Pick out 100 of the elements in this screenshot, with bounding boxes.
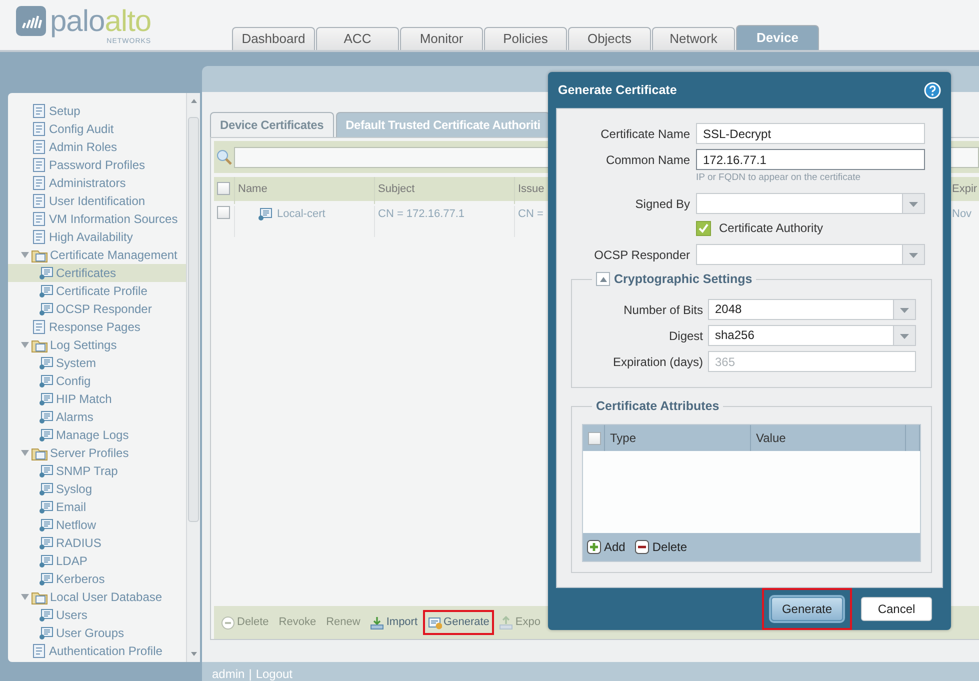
checkbox[interactable] <box>217 206 230 219</box>
tree-item[interactable]: HIP Match <box>8 390 186 408</box>
tab[interactable]: Device Certificates <box>210 112 334 137</box>
document-icon <box>38 535 54 551</box>
search-icon <box>216 149 232 165</box>
text-field[interactable]: SSL-Decrypt <box>696 123 925 144</box>
nav-tab[interactable]: Network <box>652 27 735 50</box>
document-icon <box>31 157 47 173</box>
tree-item[interactable]: Password Profiles <box>8 156 186 174</box>
cancel-button[interactable]: Cancel <box>861 597 932 621</box>
column-header[interactable]: Type <box>610 429 636 447</box>
tree-item[interactable]: Email <box>8 498 186 516</box>
tree-item[interactable]: Certificate Profile <box>8 282 186 300</box>
tree-item[interactable]: RADIUS <box>8 534 186 552</box>
delete-button[interactable]: Delete <box>635 538 688 556</box>
document-icon <box>38 265 54 281</box>
scrollbar[interactable] <box>186 93 200 662</box>
tree-item[interactable]: Manage Logs <box>8 426 186 444</box>
field-label: Signed By <box>634 196 690 212</box>
tree-item[interactable]: Administrators <box>8 174 186 192</box>
tree-item[interactable]: Alarms <box>8 408 186 426</box>
tree-item[interactable]: Netflow <box>8 516 186 534</box>
tree-item[interactable]: Local User Database <box>8 588 186 606</box>
tree-item[interactable]: Authentication Profile <box>8 642 186 660</box>
tree-item[interactable]: LDAP <box>8 552 186 570</box>
tree-item[interactable]: Syslog <box>8 480 186 498</box>
certificate-link[interactable]: Local-cert <box>277 206 326 222</box>
column-header[interactable]: Value <box>756 429 786 447</box>
field-label: Expiration (days) <box>612 354 703 370</box>
checkbox[interactable] <box>588 432 601 444</box>
document-icon <box>38 499 54 515</box>
document-icon <box>38 625 54 641</box>
user-name: admin <box>212 666 245 681</box>
document-icon <box>38 283 54 299</box>
tree-item[interactable]: Certificate Management <box>8 246 186 264</box>
field-hint: IP or FQDN to appear on the certificate <box>696 172 862 184</box>
tree-item[interactable]: Server Profiles <box>8 444 186 462</box>
document-icon <box>38 463 54 479</box>
tree-item[interactable]: Kerberos <box>8 570 186 588</box>
field-label: Number of Bits <box>622 302 703 318</box>
certificate-icon <box>257 206 273 222</box>
certificate-icon <box>428 616 442 630</box>
nav-tab[interactable]: Objects <box>568 27 651 50</box>
toolbar-button[interactable]: Import <box>370 614 418 631</box>
column-header[interactable]: Expir <box>952 183 978 195</box>
field-label: Digest <box>668 328 703 344</box>
tree-item[interactable]: User Groups <box>8 624 186 642</box>
tree-item[interactable]: High Availability <box>8 228 186 246</box>
caret-icon <box>598 276 608 282</box>
document-icon <box>38 301 54 317</box>
tree-item[interactable]: SNMP Trap <box>8 462 186 480</box>
expand-icon[interactable] <box>20 448 30 458</box>
column-header[interactable]: Name <box>238 183 268 195</box>
text-field[interactable]: 365 <box>708 351 916 372</box>
logout-link[interactable]: Logout <box>256 665 293 681</box>
document-icon <box>38 373 54 389</box>
dropdown-field[interactable] <box>696 193 925 214</box>
dropdown-field[interactable]: 2048 <box>708 299 916 320</box>
document-icon <box>38 607 54 623</box>
tree-item[interactable]: VM Information Sources <box>8 210 186 228</box>
expand-icon[interactable] <box>20 592 30 602</box>
generate-button[interactable]: Generate <box>771 597 843 621</box>
checkbox[interactable] <box>696 220 711 236</box>
nav-tab[interactable]: Device <box>736 25 819 50</box>
tree-item[interactable]: System <box>8 354 186 372</box>
nav-tab[interactable]: Dashboard <box>232 27 315 50</box>
expand-icon[interactable] <box>20 340 30 350</box>
checkbox[interactable] <box>217 182 230 195</box>
expand-icon[interactable] <box>20 250 30 260</box>
tab[interactable]: Default Trusted Certificate Authoriti <box>336 112 550 137</box>
help-icon[interactable] <box>924 82 941 98</box>
document-icon <box>38 355 54 371</box>
tree-item[interactable]: Log Settings <box>8 336 186 354</box>
dropdown-field[interactable]: sha256 <box>708 325 916 346</box>
tree-item[interactable]: Admin Roles <box>8 138 186 156</box>
nav-tab[interactable]: Policies <box>484 27 567 50</box>
dialog-title: Generate Certificate <box>558 82 677 99</box>
tree-item[interactable]: Certificates <box>8 264 186 282</box>
nav-tab[interactable]: Monitor <box>400 27 483 50</box>
document-icon <box>38 571 54 587</box>
document-icon <box>38 517 54 533</box>
minus-icon <box>221 616 235 630</box>
document-icon <box>31 319 47 335</box>
document-icon <box>38 427 54 443</box>
tree-item[interactable]: Setup <box>8 102 186 120</box>
add-button[interactable]: Add <box>587 538 626 556</box>
tree-item[interactable]: User Identification <box>8 192 186 210</box>
tree-item[interactable]: Response Pages <box>8 318 186 336</box>
tree-item[interactable]: OCSP Responder <box>8 300 186 318</box>
tree-item[interactable]: Config Audit <box>8 120 186 138</box>
toolbar-button[interactable]: Generate <box>428 614 490 631</box>
column-header[interactable]: Issue <box>518 183 544 195</box>
collapse-toggle[interactable] <box>596 272 610 286</box>
nav-tab[interactable]: ACC <box>316 27 399 50</box>
column-header[interactable]: Subject <box>378 183 415 195</box>
tree-item[interactable]: Users <box>8 606 186 624</box>
dropdown-field[interactable] <box>696 244 925 265</box>
group-title: Cryptographic Settings <box>614 271 752 287</box>
text-field[interactable]: 172.16.77.1 <box>696 149 925 170</box>
tree-item[interactable]: Config <box>8 372 186 390</box>
